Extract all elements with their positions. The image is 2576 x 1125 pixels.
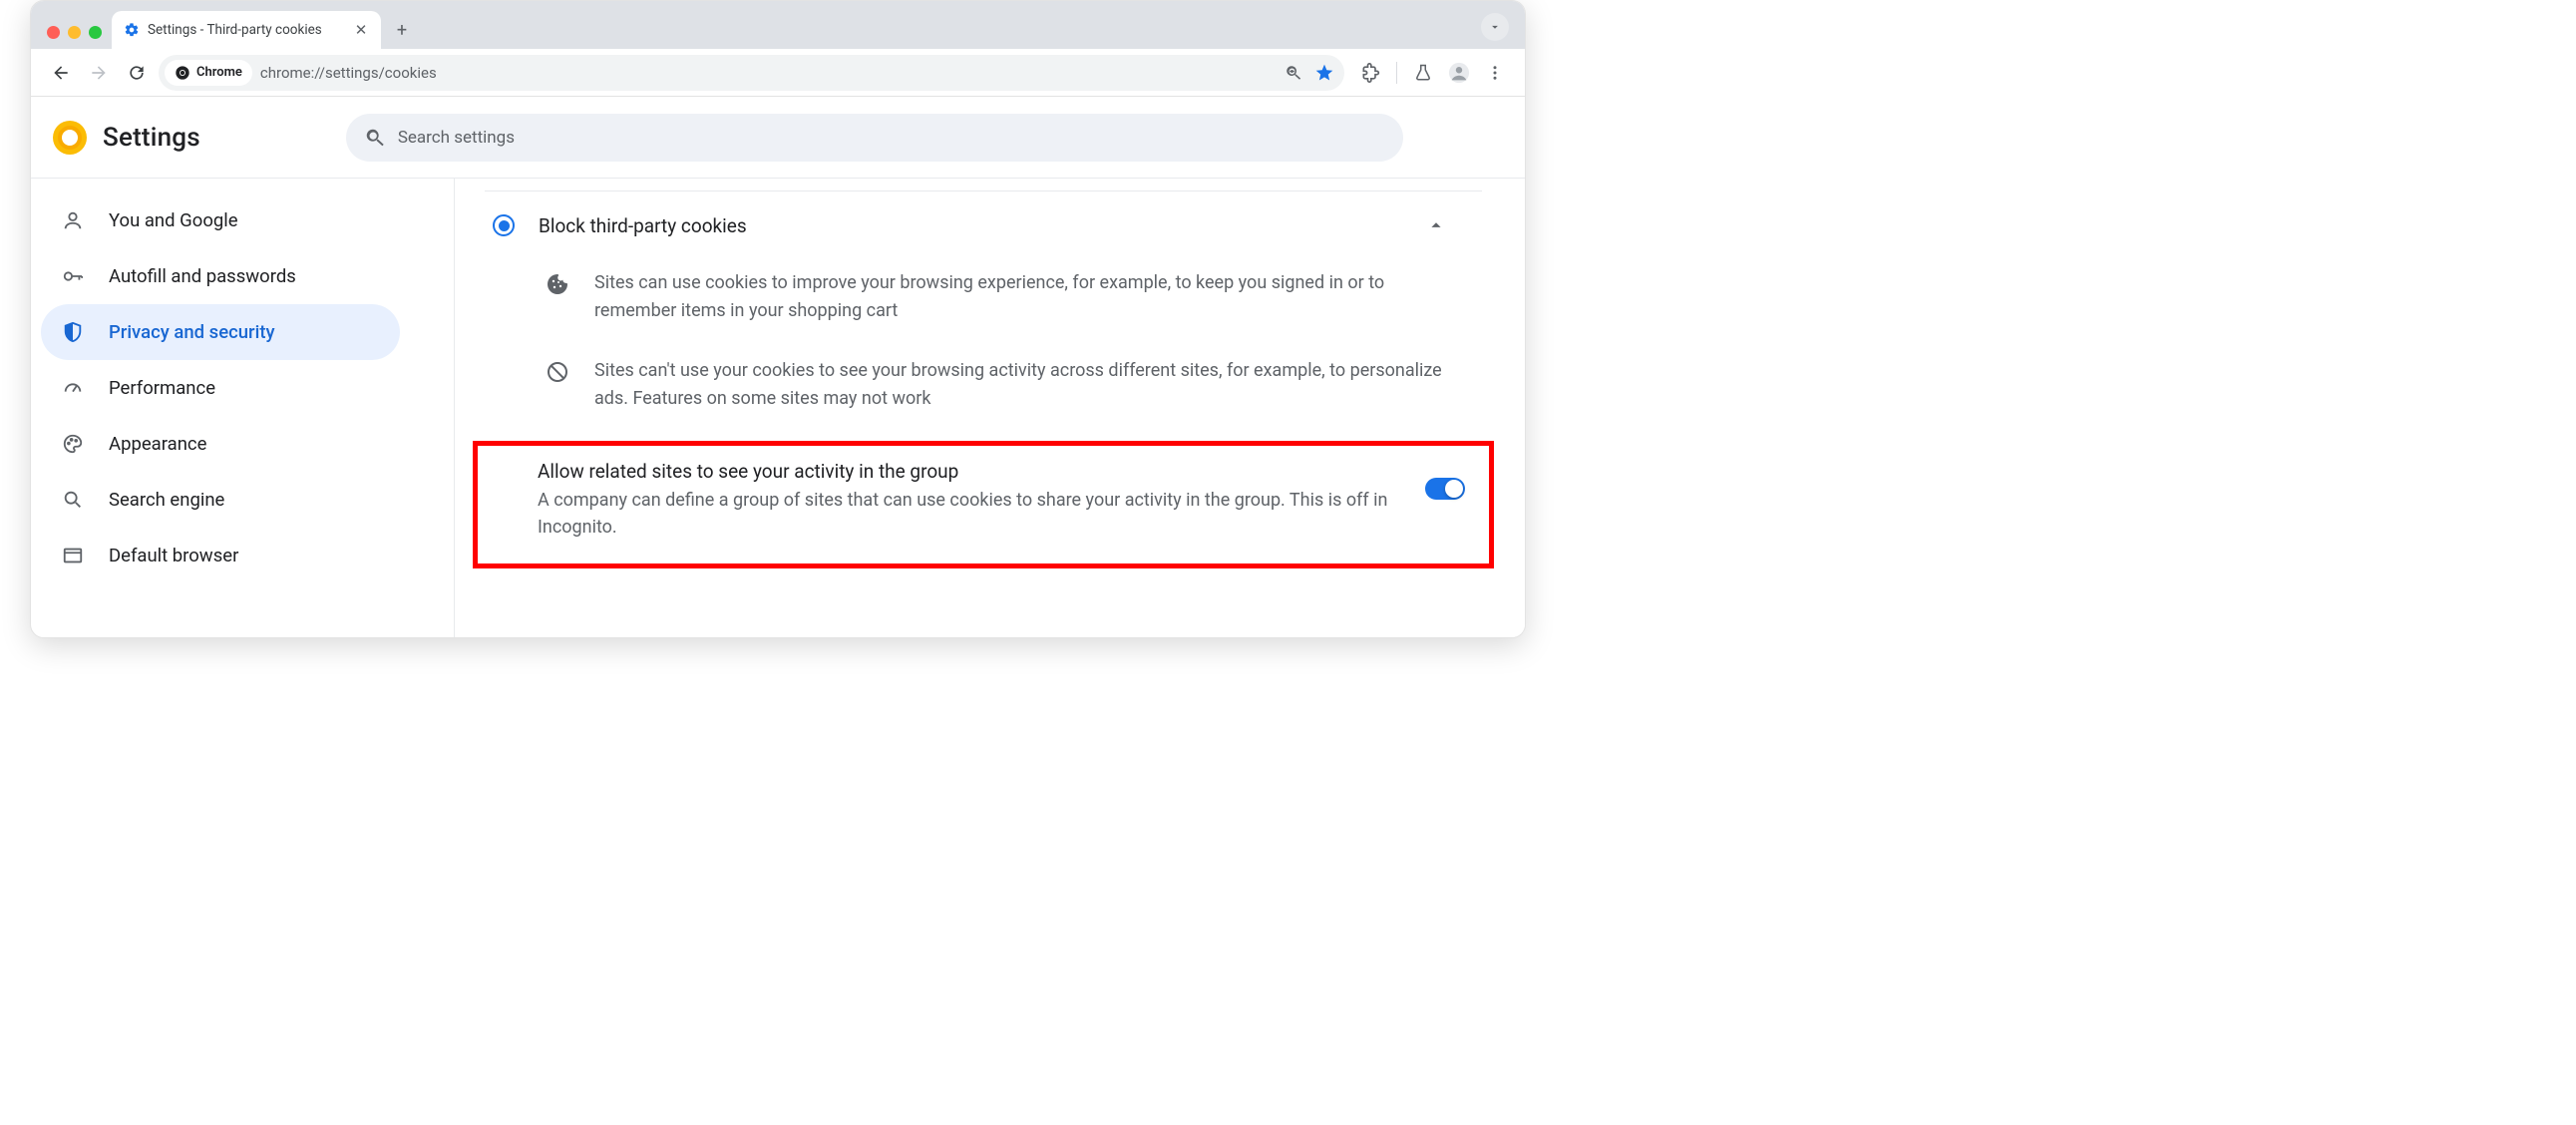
back-button[interactable] [45, 57, 77, 89]
block-third-party-cookies-option[interactable]: Block third-party cookies [485, 190, 1482, 259]
chrome-settings-logo-icon [53, 121, 87, 155]
page-title: Settings [103, 123, 200, 153]
content-area: Settings Search settings You an [31, 97, 1525, 637]
site-chip-label: Chrome [196, 65, 242, 80]
detail-text-1: Sites can use cookies to improve your br… [594, 269, 1454, 325]
cookie-icon [545, 271, 570, 297]
speedometer-icon [61, 376, 85, 400]
cookie-block-description: Sites can't use your cookies to see your… [485, 347, 1482, 435]
toolbar-divider [1396, 62, 1397, 84]
tab-title: Settings - Third-party cookies [148, 22, 345, 38]
search-icon [364, 127, 386, 149]
toolbar: Chrome chrome://settings/cookies [31, 49, 1525, 97]
palette-icon [61, 432, 85, 456]
url-text: chrome://settings/cookies [260, 64, 437, 82]
shield-icon [61, 320, 85, 344]
radio-selected-icon[interactable] [493, 214, 515, 236]
sidebar-item-label: Appearance [109, 433, 206, 455]
new-tab-button[interactable]: + [387, 15, 417, 45]
sidebar-item-performance[interactable]: Performance [41, 360, 400, 416]
search-placeholder: Search settings [398, 128, 515, 148]
toggle-knob-icon [1445, 480, 1463, 498]
block-icon [545, 359, 570, 385]
sidebar-item-default-browser[interactable]: Default browser [41, 528, 400, 583]
labs-icon[interactable] [1407, 57, 1439, 89]
radio-label: Block third-party cookies [539, 214, 1394, 237]
toggle-description: A company can define a group of sites th… [538, 487, 1405, 543]
sidebar-item-label: You and Google [109, 209, 238, 231]
maximize-window-button[interactable] [89, 26, 102, 39]
sidebar-item-privacy-security[interactable]: Privacy and security [41, 304, 400, 360]
address-bar[interactable]: Chrome chrome://settings/cookies [159, 55, 1344, 91]
settings-header: Settings Search settings [31, 97, 1525, 179]
settings-sidebar: You and Google Autofill and passwords Pr… [31, 179, 455, 637]
browser-window: Settings - Third-party cookies ✕ + Chrom… [30, 0, 1526, 638]
settings-favicon-icon [124, 22, 140, 38]
search-icon [61, 488, 85, 512]
zoom-icon[interactable] [1285, 64, 1302, 82]
chrome-logo-icon [175, 65, 190, 81]
sidebar-item-you-and-google[interactable]: You and Google [41, 192, 400, 248]
key-icon [61, 264, 85, 288]
site-chip[interactable]: Chrome [165, 60, 252, 86]
close-window-button[interactable] [47, 26, 60, 39]
browser-menu-icon[interactable] [1479, 57, 1511, 89]
related-sites-toggle[interactable] [1425, 478, 1465, 500]
tab-strip: Settings - Third-party cookies ✕ + [31, 1, 1525, 49]
sidebar-item-search-engine[interactable]: Search engine [41, 472, 400, 528]
extensions-icon[interactable] [1354, 57, 1386, 89]
sidebar-item-appearance[interactable]: Appearance [41, 416, 400, 472]
detail-text-2: Sites can't use your cookies to see your… [594, 357, 1454, 413]
minimize-window-button[interactable] [68, 26, 81, 39]
bookmark-star-icon[interactable] [1314, 63, 1334, 83]
cookie-allow-description: Sites can use cookies to improve your br… [485, 259, 1482, 347]
browser-tab[interactable]: Settings - Third-party cookies ✕ [112, 11, 381, 49]
sidebar-item-label: Performance [109, 377, 215, 399]
search-settings-input[interactable]: Search settings [346, 114, 1403, 162]
close-tab-icon[interactable]: ✕ [353, 21, 369, 39]
window-controls [41, 26, 112, 49]
sidebar-item-label: Default browser [109, 545, 238, 566]
sidebar-item-label: Privacy and security [109, 321, 275, 343]
sidebar-item-autofill[interactable]: Autofill and passwords [41, 248, 400, 304]
profile-avatar-icon[interactable] [1443, 57, 1475, 89]
person-icon [61, 208, 85, 232]
browser-window-icon [61, 544, 85, 567]
reload-button[interactable] [121, 57, 153, 89]
toggle-title: Allow related sites to see your activity… [538, 460, 1405, 483]
settings-main: Block third-party cookies Sites can use … [455, 179, 1525, 637]
sidebar-item-label: Search engine [109, 489, 224, 511]
tab-overflow-button[interactable] [1481, 13, 1509, 41]
related-sites-toggle-row: Allow related sites to see your activity… [473, 441, 1494, 569]
sidebar-item-label: Autofill and passwords [109, 265, 296, 287]
collapse-icon[interactable] [1418, 207, 1454, 243]
forward-button[interactable] [83, 57, 115, 89]
